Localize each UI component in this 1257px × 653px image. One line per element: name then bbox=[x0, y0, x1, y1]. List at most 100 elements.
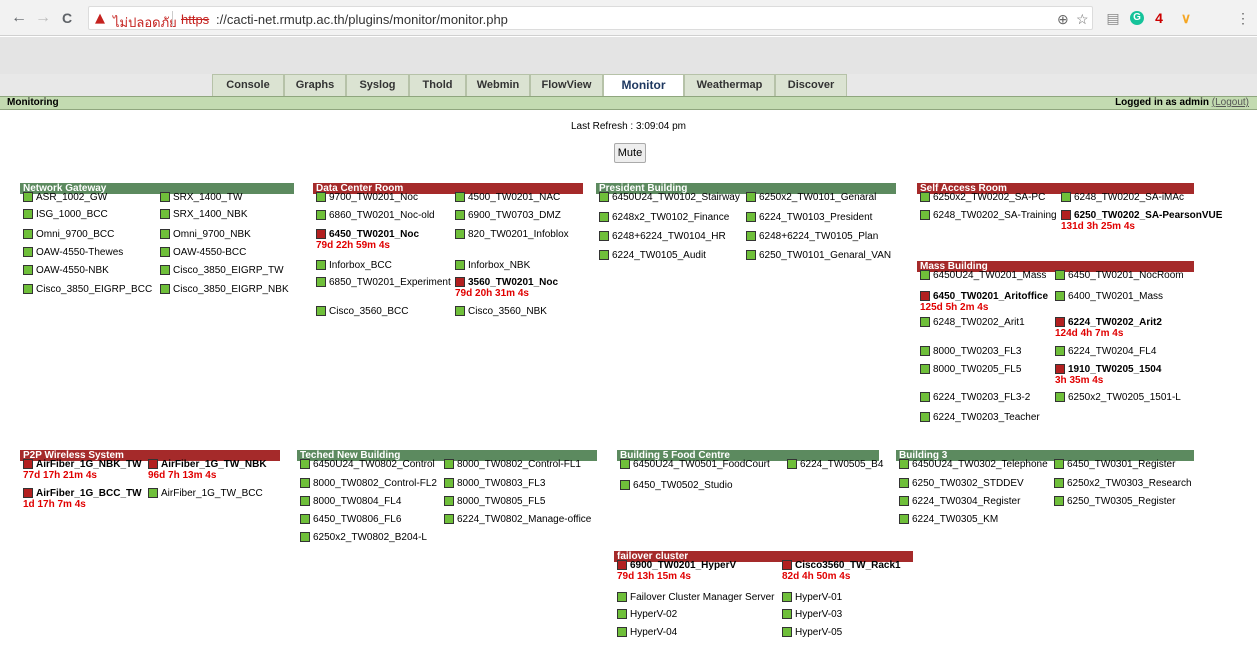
host-item[interactable]: 6850_TW0201_Experiment bbox=[316, 277, 451, 289]
host-name[interactable]: 6250x2_TW0303_Research bbox=[1067, 478, 1192, 489]
host-name[interactable]: 8000_TW0803_FL3 bbox=[457, 478, 545, 489]
host-name[interactable]: 6450U24_TW0201_Mass bbox=[933, 270, 1046, 281]
host-name[interactable]: ASR_1002_GW bbox=[36, 192, 107, 203]
host-item[interactable]: 6450_TW0201_Noc 79d 22h 59m 4s bbox=[316, 229, 419, 251]
host-item[interactable]: 6450U24_TW0201_Mass bbox=[920, 270, 1046, 282]
host-name[interactable]: AirFiber_1G_TW_BCC bbox=[161, 488, 263, 499]
host-item[interactable]: 1910_TW0205_1504 3h 35m 4s bbox=[1055, 364, 1161, 386]
host-item[interactable]: Omni_9700_NBK bbox=[160, 229, 251, 241]
host-item[interactable]: 6250x2_TW0202_SA-PC bbox=[920, 192, 1045, 204]
host-item[interactable]: 6248_TW0202_SA-Training bbox=[920, 210, 1057, 222]
host-item[interactable]: 6224_TW0305_KM bbox=[899, 514, 998, 526]
host-item[interactable]: AirFiber_1G_NBK_TW 77d 17h 21m 4s bbox=[23, 459, 142, 481]
host-name[interactable]: HyperV-05 bbox=[795, 627, 842, 638]
host-name[interactable]: 6224_TW0304_Register bbox=[912, 496, 1020, 507]
host-item[interactable]: Inforbox_NBK bbox=[455, 260, 530, 272]
host-name[interactable]: OAW-4550-NBK bbox=[36, 265, 109, 276]
host-name[interactable]: 6450U24_TW0302_Telephone bbox=[912, 459, 1048, 470]
host-name[interactable]: AirFiber_1G_NBK_TW bbox=[36, 459, 142, 470]
host-name[interactable]: 6250x2_TW0205_1501-L bbox=[1068, 392, 1181, 403]
host-item[interactable]: OAW-4550-Thewes bbox=[23, 247, 123, 259]
host-item[interactable]: Cisco3560_TW_Rack1 82d 4h 50m 4s bbox=[782, 560, 901, 582]
host-item[interactable]: 6250_TW0302_STDDEV bbox=[899, 478, 1024, 490]
host-item[interactable]: 6450U24_TW0802_Control bbox=[300, 459, 435, 471]
host-item[interactable]: 6248_TW0202_SA-iMAc bbox=[1061, 192, 1184, 204]
host-name[interactable]: 8000_TW0205_FL5 bbox=[933, 364, 1021, 375]
host-name[interactable]: 6248+6224_TW0104_HR bbox=[612, 231, 726, 242]
host-name[interactable]: 3560_TW0201_Noc bbox=[468, 277, 558, 288]
host-item[interactable]: 820_TW0201_Infoblox bbox=[455, 229, 569, 241]
extension-badge[interactable]: 4 bbox=[1152, 9, 1166, 27]
tab-webmin[interactable]: Webmin bbox=[466, 74, 530, 96]
host-name[interactable]: Inforbox_BCC bbox=[329, 260, 392, 271]
host-item[interactable]: 6250_TW0101_Genaral_VAN bbox=[746, 250, 891, 262]
host-name[interactable]: HyperV-03 bbox=[795, 609, 842, 620]
host-item[interactable]: 6250_TW0202_SA-PearsonVUE 131d 3h 25m 4s bbox=[1061, 210, 1222, 232]
host-name[interactable]: SRX_1400_TW bbox=[173, 192, 242, 203]
host-item[interactable]: 6450_TW0502_Studio bbox=[620, 480, 733, 492]
host-name[interactable]: 8000_TW0802_Control-FL2 bbox=[313, 478, 437, 489]
host-name[interactable]: 6250_TW0202_SA-PearsonVUE bbox=[1074, 210, 1222, 221]
host-item[interactable]: 6224_TW0802_Manage-office bbox=[444, 514, 591, 526]
host-item[interactable]: 6248+6224_TW0105_Plan bbox=[746, 231, 878, 243]
host-name[interactable]: 6900_TW0201_HyperV bbox=[630, 560, 736, 571]
host-item[interactable]: ASR_1002_GW bbox=[23, 192, 107, 204]
host-name[interactable]: Cisco_3850_EIGRP_BCC bbox=[36, 284, 152, 295]
host-name[interactable]: 9700_TW0201_Noc bbox=[329, 192, 418, 203]
host-name[interactable]: 6248+6224_TW0105_Plan bbox=[759, 231, 878, 242]
host-item[interactable]: 6450U24_TW0501_FoodCourt bbox=[620, 459, 770, 471]
host-item[interactable]: Cisco_3850_EIGRP_TW bbox=[160, 265, 284, 277]
host-name[interactable]: 6250x2_TW0802_B204-L bbox=[313, 532, 427, 543]
host-item[interactable]: Inforbox_BCC bbox=[316, 260, 392, 272]
host-name[interactable]: 6224_TW0505_B4 bbox=[800, 459, 883, 470]
host-name[interactable]: Cisco3560_TW_Rack1 bbox=[795, 560, 901, 571]
host-name[interactable]: 6248_TW0202_Arit1 bbox=[933, 317, 1025, 328]
host-item[interactable]: 6450U24_TW0302_Telephone bbox=[899, 459, 1048, 471]
host-name[interactable]: 6450_TW0806_FL6 bbox=[313, 514, 401, 525]
host-name[interactable]: 6248_TW0202_SA-Training bbox=[933, 210, 1057, 221]
host-name[interactable]: Omni_9700_NBK bbox=[173, 229, 251, 240]
host-item[interactable]: Omni_9700_BCC bbox=[23, 229, 114, 241]
host-item[interactable]: SRX_1400_NBK bbox=[160, 209, 248, 221]
host-item[interactable]: 6450_TW0201_NocRoom bbox=[1055, 270, 1184, 282]
host-name[interactable]: 6450_TW0201_NocRoom bbox=[1068, 270, 1184, 281]
host-name[interactable]: 6224_TW0203_Teacher bbox=[933, 412, 1040, 423]
host-item[interactable]: 6900_TW0201_HyperV 79d 13h 15m 4s bbox=[617, 560, 736, 582]
host-name[interactable]: 6860_TW0201_Noc-old bbox=[329, 210, 435, 221]
host-name[interactable]: 6900_TW0703_DMZ bbox=[468, 210, 561, 221]
host-name[interactable]: 6248_TW0202_SA-iMAc bbox=[1074, 192, 1184, 203]
host-name[interactable]: 6450_TW0201_Aritoffice bbox=[933, 291, 1048, 302]
host-item[interactable]: 6224_TW0304_Register bbox=[899, 496, 1020, 508]
tab-syslog[interactable]: Syslog bbox=[346, 74, 409, 96]
host-item[interactable]: 8000_TW0203_FL3 bbox=[920, 346, 1021, 358]
host-item[interactable]: ISG_1000_BCC bbox=[23, 209, 108, 221]
host-item[interactable]: 6450_TW0806_FL6 bbox=[300, 514, 401, 526]
warning-triangle-icon[interactable]: ▲ bbox=[95, 11, 105, 26]
host-name[interactable]: Cisco_3560_BCC bbox=[329, 306, 409, 317]
host-name[interactable]: 6224_TW0103_President bbox=[759, 212, 872, 223]
host-item[interactable]: 6860_TW0201_Noc-old bbox=[316, 210, 435, 222]
host-item[interactable]: 6250x2_TW0802_B204-L bbox=[300, 532, 427, 544]
forward-arrow-icon[interactable]: → bbox=[34, 9, 52, 27]
host-item[interactable]: 6250x2_TW0101_Genaral bbox=[746, 192, 876, 204]
host-name[interactable]: 6400_TW0201_Mass bbox=[1068, 291, 1163, 302]
host-item[interactable]: OAW-4550-NBK bbox=[23, 265, 109, 277]
bookmark-star-icon[interactable]: ☆ bbox=[1076, 10, 1089, 28]
host-name[interactable]: 820_TW0201_Infoblox bbox=[468, 229, 569, 240]
host-name[interactable]: 8000_TW0804_FL4 bbox=[313, 496, 401, 507]
host-item[interactable]: SRX_1400_TW bbox=[160, 192, 242, 204]
host-name[interactable]: 8000_TW0203_FL3 bbox=[933, 346, 1021, 357]
host-item[interactable]: 4500_TW0201_NAC bbox=[455, 192, 560, 204]
host-item[interactable]: 6450U24_TW0102_Stairway bbox=[599, 192, 740, 204]
reload-icon[interactable]: C bbox=[58, 9, 76, 27]
host-name[interactable]: AirFiber_1G_TW_NBK bbox=[161, 459, 267, 470]
host-name[interactable]: 6224_TW0203_FL3-2 bbox=[933, 392, 1030, 403]
host-name[interactable]: 6248x2_TW0102_Finance bbox=[612, 212, 729, 223]
host-item[interactable]: AirFiber_1G_BCC_TW 1d 17h 7m 4s bbox=[23, 488, 142, 510]
host-name[interactable]: 6250_TW0101_Genaral_VAN bbox=[759, 250, 891, 261]
host-name[interactable]: OAW-4550-BCC bbox=[173, 247, 246, 258]
host-item[interactable]: 6248_TW0202_Arit1 bbox=[920, 317, 1025, 329]
host-name[interactable]: Omni_9700_BCC bbox=[36, 229, 114, 240]
zoom-icon[interactable]: ⊕ bbox=[1057, 10, 1069, 28]
host-name[interactable]: HyperV-02 bbox=[630, 609, 677, 620]
